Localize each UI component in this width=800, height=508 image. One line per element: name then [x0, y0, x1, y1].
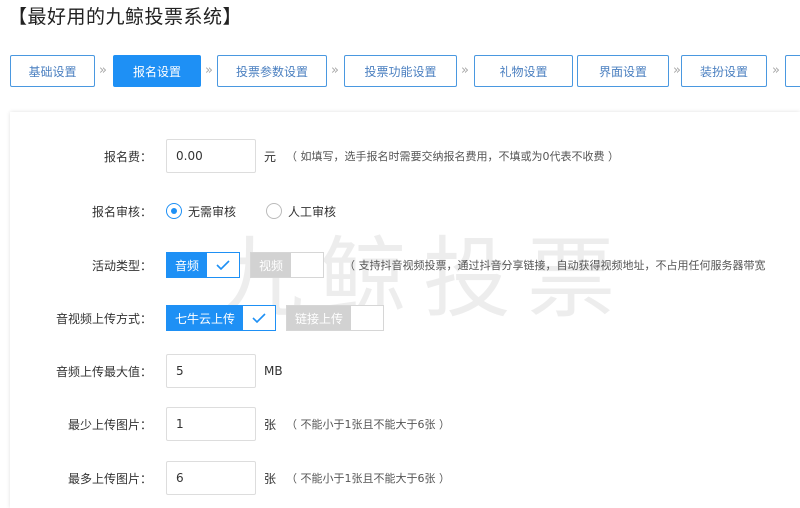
max-images-hint: （ 不能小于1张且不能大于6张 ）: [286, 472, 451, 485]
max-images-input[interactable]: 6: [166, 461, 256, 495]
min-images-row: 最少上传图片： 1 张 （ 不能小于1张且不能大于6张 ）: [10, 407, 800, 441]
min-images-input[interactable]: 1: [166, 407, 256, 441]
step-basic-settings[interactable]: 基础设置: [10, 55, 95, 87]
activity-type-label: 活动类型：: [91, 258, 152, 273]
signup-settings-panel: 九鲸投票 报名费： 0.00 元 （ 如填写，选手报名时需要交纳报名费用，不填或…: [10, 112, 800, 508]
step-vote-param-settings[interactable]: 投票参数设置: [217, 55, 327, 87]
activity-type-video-checkbox[interactable]: 视频: [250, 252, 325, 278]
step-signup-settings[interactable]: 报名设置: [113, 55, 201, 87]
radio-no-review[interactable]: 无需审核: [166, 203, 236, 220]
audio-max-label: 音频上传最大值：: [55, 364, 152, 379]
upload-qiniu-label: 七牛云上传: [167, 306, 244, 330]
audio-max-unit: MB: [264, 364, 283, 378]
max-images-row: 最多上传图片： 6 张 （ 不能小于1张且不能大于6张 ）: [10, 461, 800, 495]
review-row: 报名审核： 无需审核 人工审核: [10, 194, 800, 228]
fee-input[interactable]: 0.00: [166, 139, 256, 173]
activity-type-row: 活动类型： 音频 视频 （ 支持抖音视频投票，通过抖音分享链接，自动获得视频地址…: [10, 248, 800, 282]
step-ui-settings[interactable]: 界面设置: [577, 55, 669, 87]
radio-checked-icon: [166, 203, 182, 219]
upload-method-row: 音视频上传方式： 七牛云上传 链接上传: [10, 301, 800, 335]
audio-max-input[interactable]: 5: [166, 354, 256, 388]
review-label: 报名审核：: [91, 204, 152, 219]
checkmark-icon: [243, 306, 275, 330]
step-separator-icon: »: [331, 63, 339, 78]
activity-type-hint: （ 支持抖音视频投票，通过抖音分享链接，自动获得视频地址，不占用任何服务器带宽: [344, 259, 766, 272]
activity-type-video-label: 视频: [251, 253, 292, 277]
step-separator-icon: »: [461, 63, 469, 78]
step-theme-settings[interactable]: 装扮设置: [681, 55, 767, 87]
activity-type-audio-label: 音频: [167, 253, 208, 277]
radio-no-review-label: 无需审核: [188, 204, 237, 219]
max-images-unit: 张: [264, 471, 277, 486]
fee-row: 报名费： 0.00 元 （ 如填写，选手报名时需要交纳报名费用，不填或为0代表不…: [10, 139, 800, 173]
upload-method-label: 音视频上传方式：: [55, 311, 152, 326]
radio-unchecked-icon: [266, 203, 283, 219]
page-title: 【最好用的九鲸投票系统】: [8, 6, 243, 28]
upload-link-label: 链接上传: [287, 306, 352, 330]
audio-max-row: 音频上传最大值： 5 MB: [10, 354, 800, 388]
step-separator-icon: »: [673, 63, 681, 78]
radio-manual-review-label: 人工审核: [288, 204, 337, 219]
step-gift-settings[interactable]: 礼物设置: [474, 55, 573, 87]
step-separator-icon: »: [99, 63, 107, 78]
min-images-hint: （ 不能小于1张且不能大于6张 ）: [286, 418, 451, 431]
activity-type-audio-checkbox[interactable]: 音频: [166, 252, 241, 278]
radio-manual-review[interactable]: 人工审核: [266, 203, 336, 220]
min-images-unit: 张: [264, 417, 277, 432]
fee-hint: （ 如填写，选手报名时需要交纳报名费用，不填或为0代表不收费 ）: [286, 150, 620, 163]
step-more[interactable]: [785, 55, 800, 87]
min-images-label: 最少上传图片：: [67, 417, 152, 432]
step-separator-icon: »: [772, 63, 780, 78]
step-nav: 基础设置 » 报名设置 » 投票参数设置 » 投票功能设置 » 礼物设置 » 界…: [10, 55, 800, 87]
step-separator-icon: »: [205, 63, 213, 78]
upload-qiniu-checkbox[interactable]: 七牛云上传: [166, 305, 277, 331]
fee-label: 报名费：: [103, 149, 152, 164]
checkmark-icon: [207, 253, 239, 277]
fee-unit: 元: [264, 149, 277, 164]
upload-link-checkbox[interactable]: 链接上传: [286, 305, 385, 331]
max-images-label: 最多上传图片：: [67, 471, 152, 486]
step-vote-function-settings[interactable]: 投票功能设置: [344, 55, 457, 87]
